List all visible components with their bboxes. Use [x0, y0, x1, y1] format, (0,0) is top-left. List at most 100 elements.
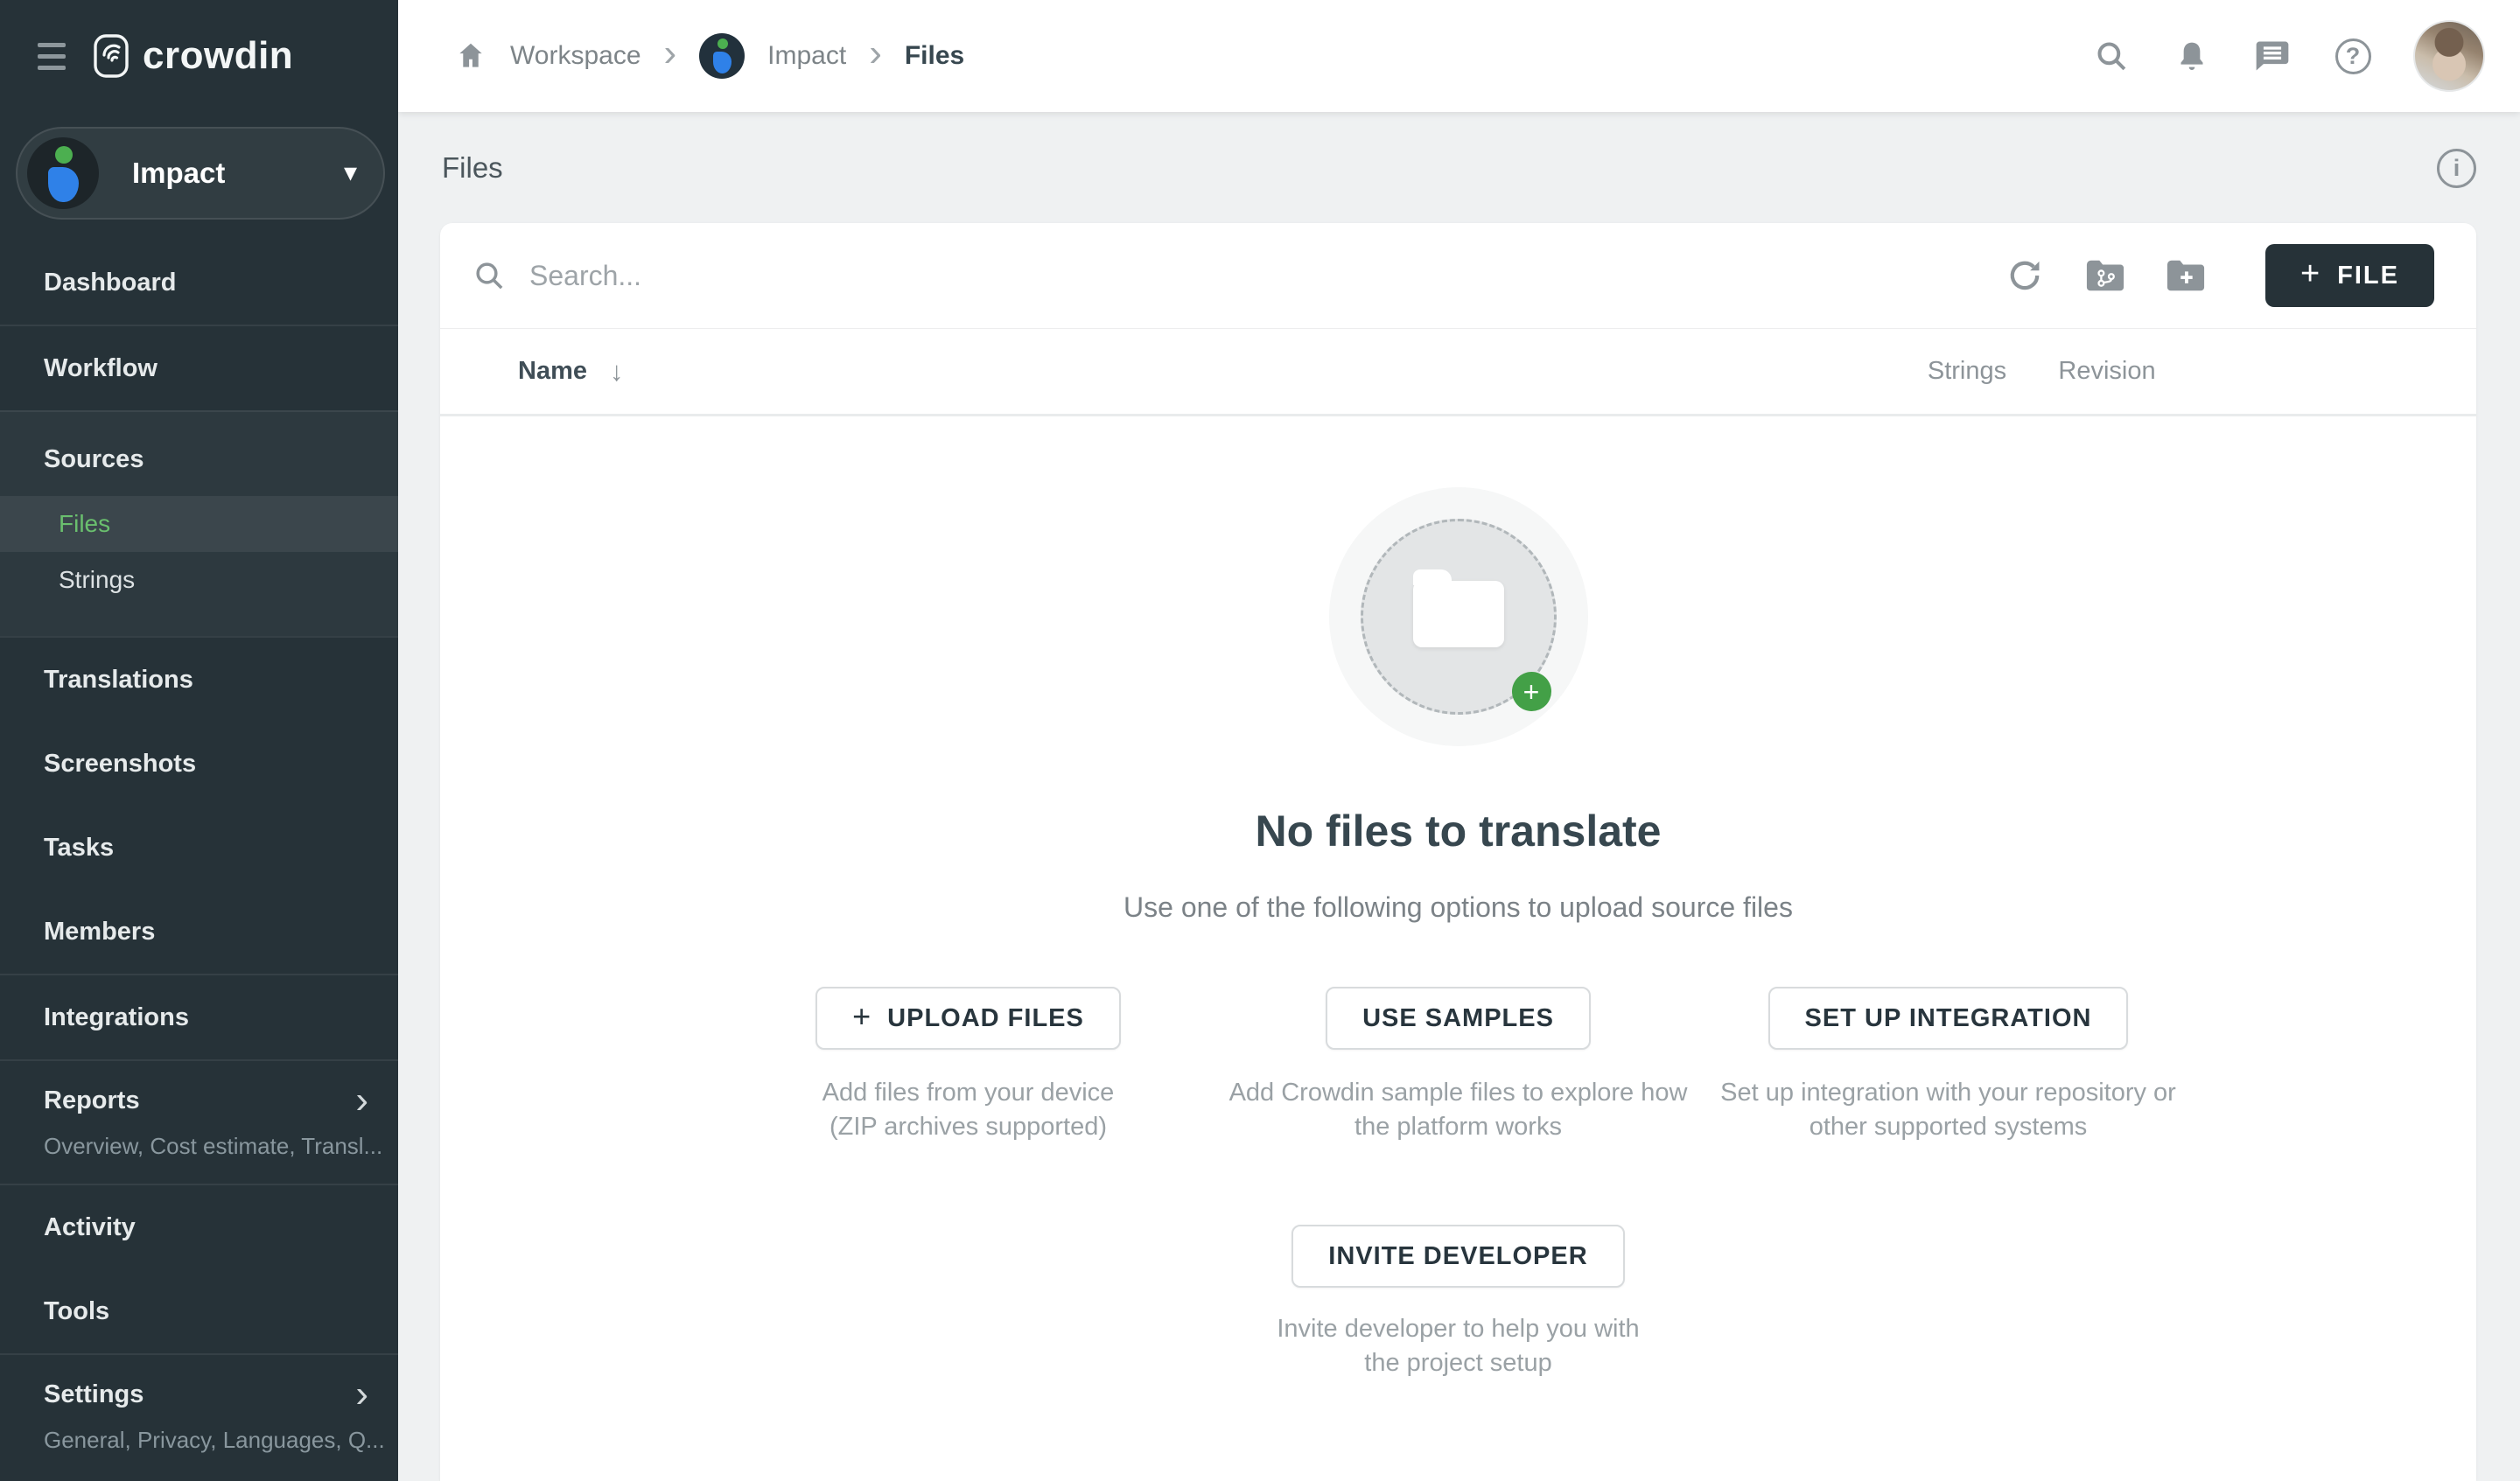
crowdin-logo-icon: [94, 33, 129, 79]
upload-option-column: USE SAMPLES Add Crowdin sample files to …: [1214, 987, 1704, 1144]
main-content: Files i: [398, 112, 2520, 1481]
sidebar-item-label: Integrations: [44, 1003, 189, 1032]
use-samples-button[interactable]: USE SAMPLES: [1326, 987, 1591, 1050]
files-toolbar: + FILE: [440, 223, 2476, 329]
sidebar-item-label: Sources: [44, 445, 144, 474]
sidebar-item-subtitle: General, Privacy, Languages, Q...: [0, 1420, 398, 1460]
breadcrumb-current-page: Files: [905, 41, 964, 71]
empty-state-title: No files to translate: [440, 806, 2476, 856]
sidebar-item-subtitle: Overview, Cost estimate, Transl...: [0, 1126, 398, 1166]
sidebar-item-screenshots[interactable]: Screenshots: [0, 722, 398, 806]
folder-branch-icon[interactable]: [2085, 255, 2125, 296]
column-header-strings: Strings: [1928, 357, 2006, 386]
project-selector[interactable]: Impact ▾: [16, 127, 385, 220]
sidebar-item-workflow[interactable]: Workflow: [0, 326, 398, 410]
chevron-right-icon: ›: [355, 1085, 368, 1115]
project-name: Impact: [132, 157, 225, 190]
refresh-icon[interactable]: [2005, 255, 2045, 296]
sidebar-item-activity[interactable]: Activity: [0, 1185, 398, 1269]
sidebar-item-sources[interactable]: Sources: [0, 423, 398, 496]
chevron-right-icon: ›: [869, 34, 882, 78]
plus-glyph: +: [1523, 678, 1540, 706]
breadcrumb-project[interactable]: Impact: [767, 41, 846, 71]
brand-name: crowdin: [143, 34, 293, 78]
sidebar-item-label: Dashboard: [44, 269, 176, 297]
sidebar-subitem-files[interactable]: Files: [0, 496, 398, 552]
files-panel: + FILE Name ↓ Strings Revision: [440, 223, 2476, 1481]
add-file-button-label: FILE: [2337, 262, 2399, 290]
sidebar-item-label: Tasks: [44, 834, 114, 863]
upload-files-description: Add files from your device (ZIP archives…: [802, 1076, 1135, 1144]
sidebar-menu: Dashboard Workflow Sources Files Strings: [0, 241, 398, 1478]
empty-state-subtitle: Use one of the following options to uplo…: [440, 891, 2476, 924]
set-up-integration-button[interactable]: SET UP INTEGRATION: [1768, 987, 2129, 1050]
sidebar-item-members[interactable]: Members: [0, 890, 398, 974]
info-icon[interactable]: i: [2437, 149, 2476, 188]
home-icon[interactable]: [454, 39, 487, 73]
upload-files-label: UPLOAD FILES: [887, 1004, 1084, 1033]
breadcrumb-workspace[interactable]: Workspace: [510, 41, 641, 71]
chevron-down-icon: ▾: [344, 160, 357, 186]
sidebar-item-label: Reports: [44, 1086, 140, 1115]
add-badge-icon: +: [1512, 672, 1551, 711]
sidebar-item-settings[interactable]: Settings › General, Privacy, Languages, …: [0, 1353, 398, 1478]
search-input[interactable]: [529, 260, 1142, 292]
folder-icon: [1413, 581, 1504, 647]
upload-files-button[interactable]: + UPLOAD FILES: [816, 987, 1121, 1050]
invite-developer-button[interactable]: INVITE DEVELOPER: [1292, 1225, 1624, 1288]
sidebar-item-label: Screenshots: [44, 750, 196, 779]
empty-state: + No files to translate Use one of the f…: [440, 419, 2476, 1380]
page-title: Files: [442, 151, 503, 185]
hamburger-menu-icon[interactable]: [38, 43, 66, 70]
chevron-right-icon: ›: [355, 1379, 368, 1409]
chevron-right-icon: ›: [664, 34, 677, 78]
column-header-name[interactable]: Name ↓: [518, 356, 624, 388]
page-header: Files i: [398, 112, 2520, 224]
invite-developer-label: INVITE DEVELOPER: [1328, 1242, 1587, 1271]
plus-icon: +: [2300, 257, 2321, 294]
use-samples-description: Add Crowdin sample files to explore how …: [1227, 1076, 1690, 1144]
sidebar-item-integrations[interactable]: Integrations: [0, 975, 398, 1059]
set-up-integration-description: Set up integration with your repository …: [1704, 1076, 2194, 1144]
sidebar-item-label: Activity: [44, 1213, 136, 1242]
files-table-header: Name ↓ Strings Revision: [440, 329, 2476, 416]
crowdin-app: crowdin Impact ▾ Dashboard Workflow Sour…: [0, 0, 2520, 1481]
sidebar-subitem-label: Files: [59, 510, 110, 538]
sidebar-item-label: Members: [44, 918, 155, 947]
upload-option-column: + UPLOAD FILES Add files from your devic…: [724, 987, 1214, 1144]
help-icon[interactable]: ?: [2333, 36, 2373, 76]
user-avatar[interactable]: [2413, 20, 2485, 92]
topbar-actions: ?: [2091, 20, 2485, 92]
sidebar-header: crowdin: [0, 0, 398, 112]
add-file-button[interactable]: + FILE: [2265, 244, 2434, 307]
upload-option-column: SET UP INTEGRATION Set up integration wi…: [1704, 987, 2194, 1144]
sidebar-item-dashboard[interactable]: Dashboard: [0, 241, 398, 325]
sidebar-item-tools[interactable]: Tools: [0, 1269, 398, 1353]
notifications-bell-icon[interactable]: [2172, 36, 2212, 76]
search-icon: [472, 258, 507, 293]
project-avatar: [27, 137, 99, 209]
messages-icon[interactable]: [2252, 36, 2292, 76]
plus-icon: +: [852, 1001, 872, 1036]
sidebar-subitem-strings[interactable]: Strings: [0, 552, 398, 608]
column-header-revision: Revision: [2058, 357, 2155, 386]
upload-options: + UPLOAD FILES Add files from your devic…: [440, 987, 2476, 1144]
column-label: Name: [518, 357, 587, 386]
sidebar-item-translations[interactable]: Translations: [0, 638, 398, 722]
project-avatar: [699, 33, 745, 79]
search-icon[interactable]: [2091, 36, 2132, 76]
sidebar: crowdin Impact ▾ Dashboard Workflow Sour…: [0, 0, 398, 1481]
sidebar-item-label: Tools: [44, 1297, 109, 1326]
sidebar-item-label: Workflow: [44, 354, 158, 383]
sidebar-item-label: Settings: [44, 1380, 144, 1409]
use-samples-label: USE SAMPLES: [1362, 1004, 1554, 1033]
set-up-integration-label: SET UP INTEGRATION: [1805, 1004, 2092, 1033]
sidebar-item-tasks[interactable]: Tasks: [0, 806, 398, 890]
folder-add-icon[interactable]: [2166, 255, 2206, 296]
topbar: Workspace › Impact › Files: [398, 0, 2520, 112]
sidebar-subitem-label: Strings: [59, 566, 135, 594]
breadcrumb: Workspace › Impact › Files: [454, 33, 964, 79]
sidebar-item-reports[interactable]: Reports › Overview, Cost estimate, Trans…: [0, 1059, 398, 1184]
crowdin-logo[interactable]: crowdin: [94, 33, 293, 79]
toolbar-icons: + FILE: [2005, 244, 2434, 307]
